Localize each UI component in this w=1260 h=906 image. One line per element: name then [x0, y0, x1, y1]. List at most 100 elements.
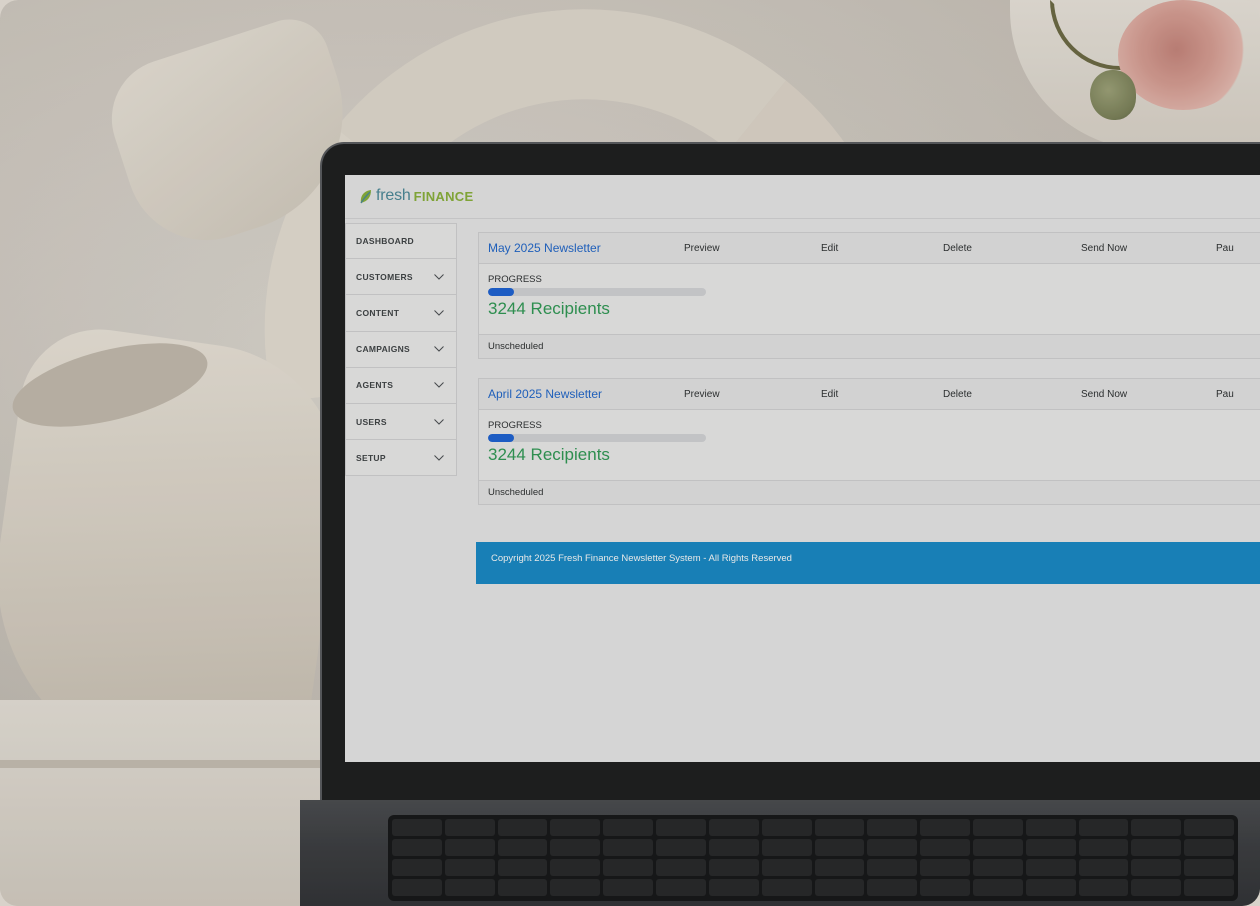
chevron-down-icon — [434, 310, 444, 316]
keyboard-key — [603, 839, 654, 856]
keyboard-key — [867, 879, 918, 896]
sidebar-item-label: AGENTS — [356, 380, 394, 391]
copyright-text: Copyright 2025 Fresh Finance Newsletter … — [491, 552, 792, 564]
keyboard-key — [550, 879, 601, 896]
newsletter-title-link[interactable]: April 2025 Newsletter — [479, 387, 684, 401]
recipient-count: 3244 Recipients — [488, 299, 610, 318]
keyboard-key — [1184, 879, 1234, 896]
card-body: PROGRESS 3244 Recipients — [479, 264, 1260, 334]
progress-bar — [488, 434, 706, 442]
keyboard-key — [656, 859, 706, 876]
sidebar-item-dashboard[interactable]: DASHBOARD — [345, 223, 457, 260]
keyboard-key — [444, 819, 495, 836]
keyboard-key — [1184, 819, 1234, 836]
newsletter-list: May 2025 Newsletter Preview Edit Delete … — [478, 232, 1260, 524]
keyboard-key — [972, 819, 1023, 836]
keyboard-key — [392, 859, 442, 876]
sidebar-item-campaigns[interactable]: CAMPAIGNS — [345, 331, 457, 368]
pause-button[interactable]: Pau — [1216, 243, 1256, 254]
logo-text-fresh: fresh — [376, 187, 411, 204]
keyboard-key — [497, 879, 548, 896]
keyboard-key — [603, 819, 654, 836]
chevron-down-icon — [434, 454, 444, 461]
leaf-icon — [360, 189, 371, 203]
background-photo: fresh FINANCE DASHBOARD CUSTOMERS CONTENT… — [0, 0, 1260, 906]
keyboard-key — [444, 839, 495, 856]
keyboard-key — [761, 839, 812, 856]
progress-bar — [488, 288, 706, 296]
delete-button[interactable]: Delete — [943, 243, 1081, 254]
keyboard-key — [497, 819, 548, 836]
keyboard-key — [656, 819, 706, 836]
progress-label: PROGRESS — [488, 420, 542, 431]
sidebar-item-users[interactable]: USERS — [345, 403, 457, 441]
logo-text-finance: FINANCE — [413, 188, 474, 204]
progress-label: PROGRESS — [488, 274, 542, 285]
keyboard-key — [1078, 839, 1129, 856]
keyboard-key — [761, 819, 812, 836]
keyboard-key — [1025, 819, 1076, 836]
card-header: April 2025 Newsletter Preview Edit Delet… — [479, 379, 1260, 410]
newsletter-title-link[interactable]: May 2025 Newsletter — [479, 241, 684, 255]
keyboard-key — [867, 839, 918, 856]
keyboard-key — [656, 839, 706, 856]
keyboard-key — [603, 859, 654, 876]
sidebar-item-label: DASHBOARD — [356, 236, 414, 247]
brand-logo[interactable]: fresh FINANCE — [359, 187, 473, 205]
keyboard-key — [550, 859, 601, 876]
sidebar-item-label: USERS — [356, 416, 387, 427]
keyboard-key — [497, 859, 548, 876]
sidebar-item-setup[interactable]: SETUP — [345, 440, 457, 477]
card-body: PROGRESS 3244 Recipients — [479, 410, 1260, 480]
keyboard-key — [497, 839, 548, 856]
keyboard-key — [867, 859, 918, 876]
sidebar-item-label: SETUP — [356, 452, 386, 463]
keyboard-key — [920, 819, 970, 836]
delete-button[interactable]: Delete — [943, 389, 1081, 400]
newsletter-card: April 2025 Newsletter Preview Edit Delet… — [478, 378, 1260, 505]
keyboard-key — [708, 839, 759, 856]
preview-button[interactable]: Preview — [684, 243, 821, 254]
sidebar-item-customers[interactable]: CUSTOMERS — [345, 259, 457, 296]
edit-button[interactable]: Edit — [821, 389, 943, 400]
flower-bud — [1090, 70, 1136, 120]
keyboard-key — [708, 819, 759, 836]
send-now-button[interactable]: Send Now — [1081, 243, 1216, 254]
keyboard-key — [392, 839, 442, 856]
keyboard-key — [550, 839, 601, 856]
keyboard-key — [1184, 839, 1234, 856]
keyboard-key — [1078, 819, 1129, 836]
sidebar-item-agents[interactable]: AGENTS — [345, 367, 457, 404]
ranunculus-flower — [1118, 0, 1248, 110]
preview-button[interactable]: Preview — [684, 389, 821, 400]
sidebar-item-label: CONTENT — [356, 307, 400, 318]
chevron-down-icon — [434, 273, 444, 280]
edit-button[interactable]: Edit — [821, 243, 943, 254]
keyboard-key — [920, 859, 970, 876]
keyboard-key — [814, 859, 865, 876]
chevron-down-icon — [434, 382, 444, 389]
keyboard-key — [708, 859, 759, 876]
pause-button[interactable]: Pau — [1216, 389, 1256, 400]
keyboard-key — [656, 879, 706, 896]
plinth — [0, 700, 330, 906]
progress-fill — [488, 434, 515, 442]
keyboard-key — [972, 879, 1023, 896]
keyboard-key — [1025, 839, 1076, 856]
chevron-down-icon — [434, 418, 444, 425]
schedule-status: Unscheduled — [479, 480, 1260, 504]
keyboard-key — [920, 839, 970, 856]
sidebar-item-content[interactable]: CONTENT — [345, 295, 457, 332]
keyboard-key — [761, 879, 812, 896]
keyboard-key — [392, 819, 442, 836]
keyboard-key — [550, 819, 601, 836]
sidebar-item-label: CAMPAIGNS — [356, 344, 411, 355]
sidebar: DASHBOARD CUSTOMERS CONTENT CAMPAIGNS AG… — [345, 223, 457, 477]
keyboard-key — [814, 819, 865, 836]
keyboard-key — [1078, 879, 1129, 896]
keyboard-key — [444, 879, 495, 896]
send-now-button[interactable]: Send Now — [1081, 389, 1216, 400]
keyboard-key — [708, 879, 759, 896]
keyboard-key — [444, 859, 495, 876]
keyboard-key — [814, 879, 865, 896]
